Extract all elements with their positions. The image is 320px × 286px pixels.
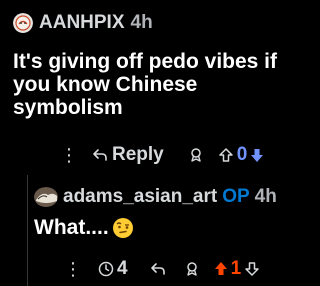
reply-icon <box>93 149 107 161</box>
comment-author[interactable]: adams_asian_art <box>63 186 217 208</box>
vote-score: 0 <box>236 144 248 165</box>
comment-author[interactable]: AANHPIX <box>39 12 125 34</box>
comment-1-actions: ⋮ Reply 0 <box>60 144 264 166</box>
comment-body-line: It's giving off pedo vibes if <box>13 50 278 73</box>
op-badge: OP <box>222 186 250 207</box>
reply-label: Reply <box>112 144 164 165</box>
vote-score: 1 <box>230 258 242 279</box>
awards-count-button[interactable]: 4 <box>98 258 128 280</box>
downvote-icon[interactable] <box>244 261 260 277</box>
award-icon[interactable] <box>188 147 204 163</box>
awards-count: 4 <box>117 258 128 279</box>
timer-icon <box>98 261 114 277</box>
comment-2-actions: ⋮ 4 1 <box>64 258 260 280</box>
comment-body-text: What.... <box>34 216 109 239</box>
comment-1-body: It's giving off pedo vibes if you know C… <box>13 50 298 119</box>
reddit-avatar-icon[interactable] <box>13 13 33 33</box>
downvote-icon[interactable] <box>250 147 264 163</box>
comment-age: 4h <box>254 186 277 207</box>
comment-2-header: adams_asian_art OP 4h <box>34 186 277 208</box>
reply-button[interactable]: Reply <box>92 144 164 166</box>
upvote-icon[interactable] <box>214 261 228 277</box>
comment-2-body: What.... <box>34 216 134 239</box>
upvote-icon[interactable] <box>218 147 234 163</box>
more-options-button[interactable]: ⋮ <box>60 145 78 166</box>
artist-avatar-icon[interactable] <box>34 187 58 207</box>
comment-body-line: symbolism <box>13 96 123 119</box>
reply-icon[interactable] <box>150 261 166 277</box>
more-options-button[interactable]: ⋮ <box>64 259 82 280</box>
emoji-raised-eyebrow <box>112 217 133 238</box>
comment-1-header: AANHPIX 4h <box>13 12 153 34</box>
thread-indent-line <box>27 175 28 286</box>
comment-body-line: you know Chinese <box>13 73 198 96</box>
award-icon[interactable] <box>184 261 200 277</box>
comment-age: 4h <box>130 12 153 33</box>
